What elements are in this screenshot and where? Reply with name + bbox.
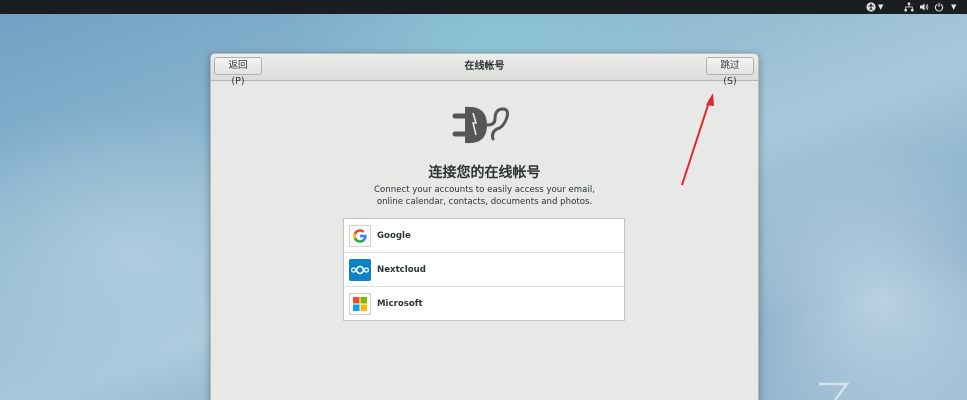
system-menu[interactable]: ▼ [904, 0, 956, 14]
provider-name: Microsoft [377, 299, 423, 309]
dialog-title: 在线帐号 [464, 61, 505, 72]
header-bar: 在线帐号 返回(P) 跳过(S) [211, 54, 758, 87]
distro-logo-watermark-icon [819, 382, 850, 400]
plug-icon [452, 106, 509, 144]
top-bar: ▼ ▼ [0, 0, 967, 14]
power-icon [934, 2, 944, 12]
nextcloud-logo-icon [349, 258, 371, 281]
microsoft-logo-icon [349, 293, 371, 315]
provider-name: Nextcloud [377, 264, 426, 275]
annotation-arrow-icon [681, 93, 714, 186]
chevron-down-icon: ▼ [878, 3, 884, 11]
volume-icon [920, 3, 929, 11]
provider-row-google[interactable]: Google [344, 219, 624, 253]
provider-list: Google Nextcloud Microsoft [343, 218, 625, 321]
accessibility-icon [866, 2, 876, 12]
back-button[interactable]: 返回(P) [214, 57, 262, 87]
provider-row-nextcloud[interactable]: Nextcloud [344, 253, 624, 287]
provider-row-microsoft[interactable]: Microsoft [344, 287, 624, 321]
network-icon [904, 2, 914, 12]
google-logo-icon [349, 224, 371, 247]
provider-name: Google [377, 230, 411, 241]
skip-button[interactable]: 跳过(S) [706, 57, 754, 87]
accessibility-menu[interactable]: ▼ [866, 0, 883, 14]
chevron-down-icon: ▼ [951, 3, 957, 11]
description-line: online calendar, contacts, documents and… [376, 197, 593, 207]
desktop-background: ▼ ▼ 在线帐号 返回(P) 跳过(S) 连接您的在线帐号 Connect yo… [0, 0, 967, 400]
